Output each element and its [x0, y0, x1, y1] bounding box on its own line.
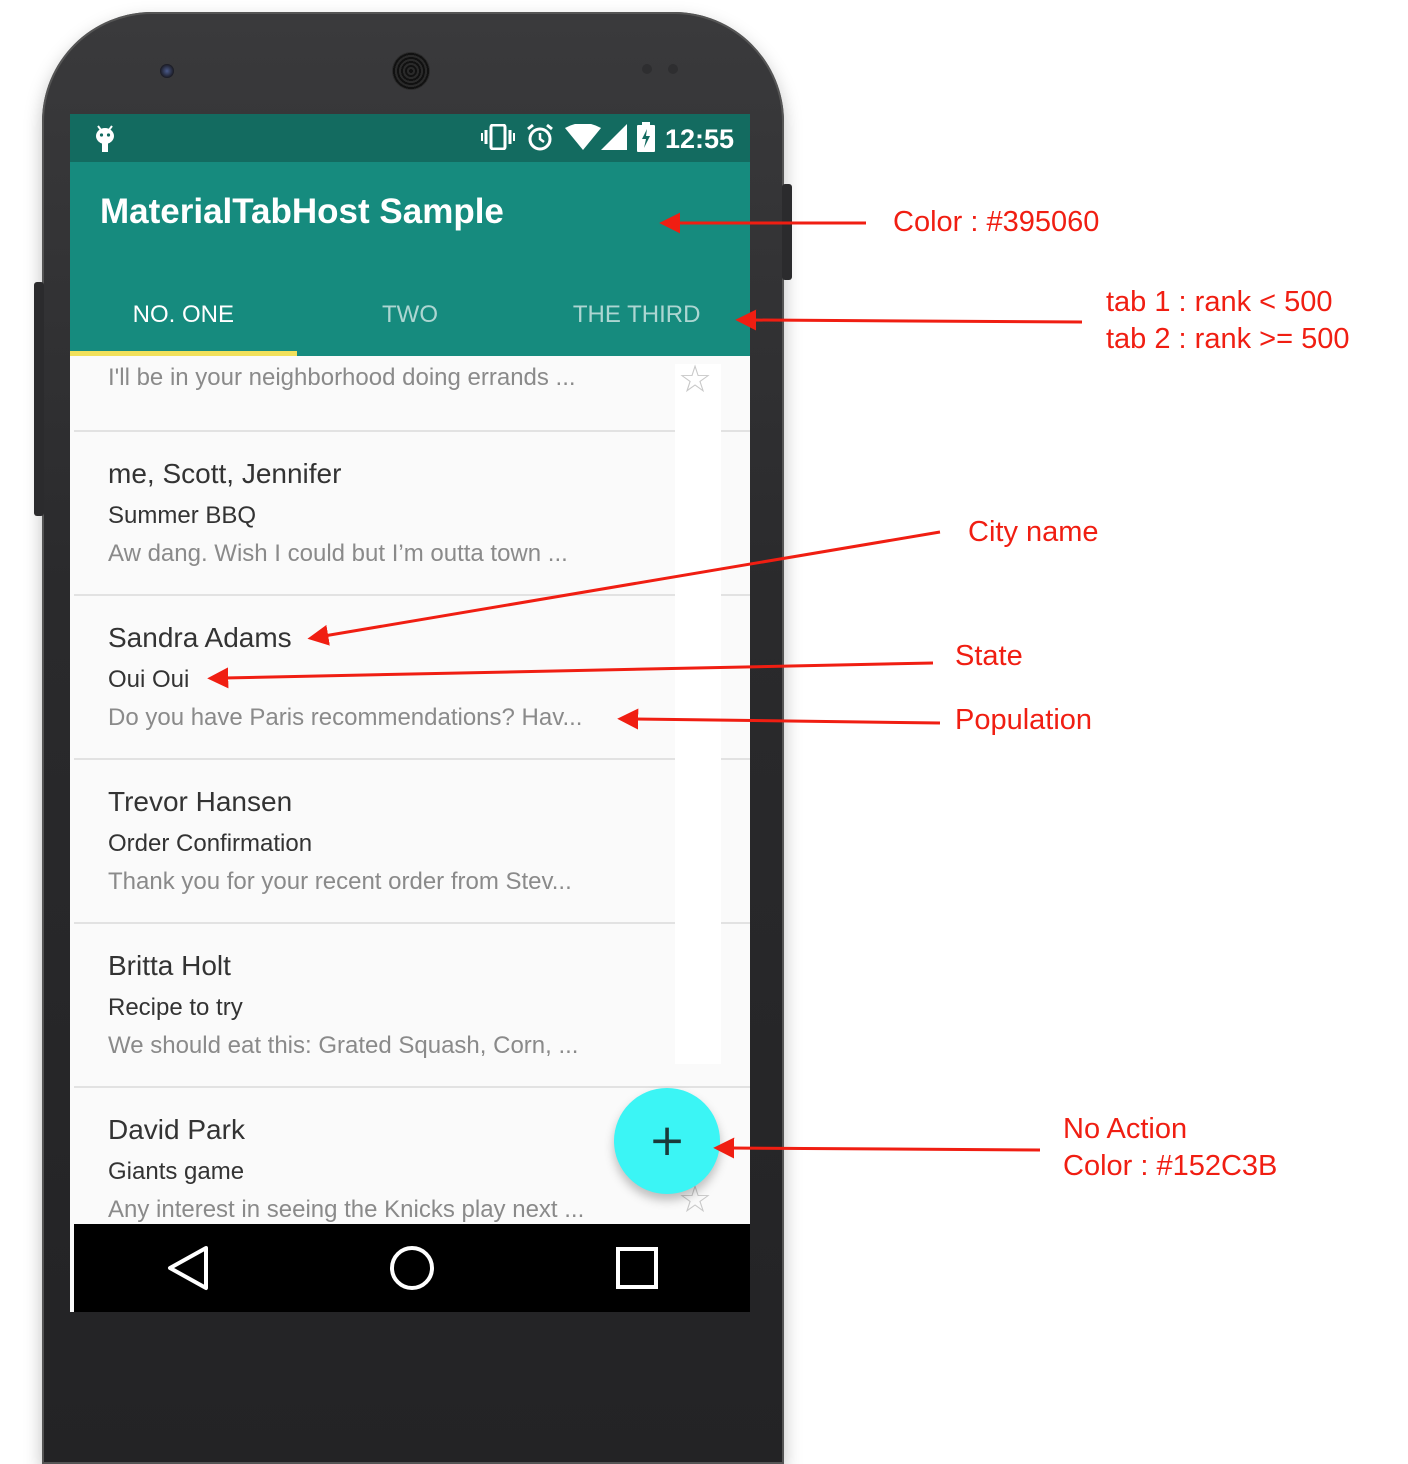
annotation-tab-rule-1: tab 1 : rank < 500: [1106, 286, 1333, 318]
annotation-arrows: [207, 212, 1083, 1159]
annotation-city-name: City name: [968, 516, 1099, 548]
arrow-state: [207, 661, 934, 689]
annotation-tab-rule-2: tab 2 : rank >= 500: [1106, 323, 1350, 355]
annotation-state: State: [955, 640, 1023, 672]
annotation-fab-color: Color : #152C3B: [1063, 1150, 1278, 1182]
annotation-color-label: Color : #395060: [893, 206, 1100, 238]
annotation-no-action: No Action: [1063, 1113, 1188, 1145]
arrow-fab: [713, 1137, 1041, 1159]
arrow-tabs: [735, 309, 1083, 331]
annotation-population: Population: [955, 704, 1093, 736]
arrow-population: [617, 708, 941, 730]
arrow-city-name: [307, 530, 941, 646]
